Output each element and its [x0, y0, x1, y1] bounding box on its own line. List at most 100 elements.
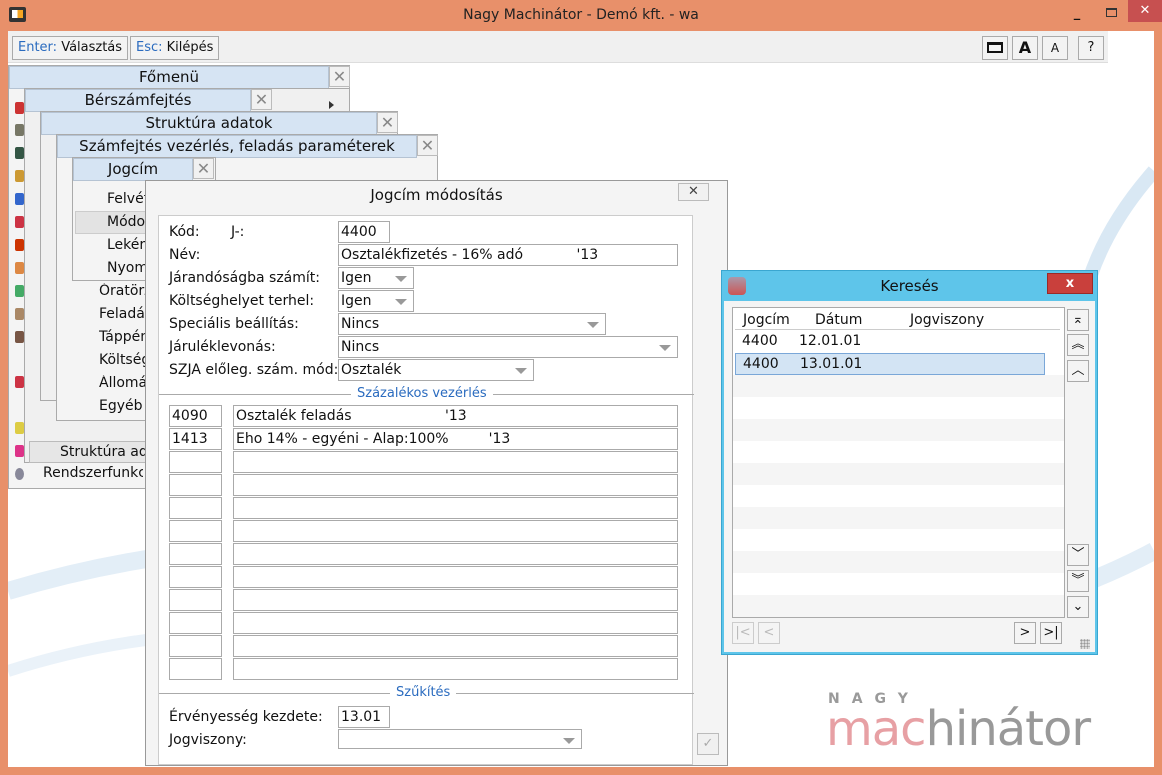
menu-icon — [15, 285, 24, 297]
jogviszony-select[interactable] — [338, 729, 582, 749]
search-result-row[interactable]: 4400 12.01.01 — [735, 331, 1045, 353]
menu-item[interactable]: Egyéb st — [99, 398, 149, 414]
window-mode-button[interactable] — [982, 36, 1008, 60]
percent-code-input[interactable] — [169, 612, 222, 634]
percent-name-input[interactable] — [233, 589, 678, 611]
scroll-top-button[interactable]: ⌅ — [1067, 309, 1089, 331]
close-icon[interactable]: ✕ — [193, 158, 214, 179]
percent-code-input[interactable] — [169, 543, 222, 565]
percent-name-input[interactable] — [233, 658, 678, 680]
percent-code-input[interactable] — [169, 566, 222, 588]
percent-name-input[interactable] — [233, 451, 678, 473]
maximize-button[interactable] — [1096, 6, 1126, 24]
ervenyesseg-input[interactable]: 13.01 — [338, 706, 390, 728]
column-header-datum[interactable]: Dátum — [815, 312, 862, 328]
percent-name-input[interactable] — [233, 612, 678, 634]
menu-item[interactable]: Feladás — [99, 306, 149, 322]
percent-code-input[interactable] — [169, 520, 222, 542]
menu-icon — [15, 216, 24, 228]
menu-item-system-functions[interactable]: Rendszerfunkciók — [43, 465, 143, 481]
button-label: Választás — [61, 40, 123, 55]
calc-control-title: Számfejtés vezérlés, feladás paraméterek — [57, 135, 417, 158]
font-large-button[interactable]: A — [1012, 36, 1038, 60]
first-page-button[interactable]: |< — [732, 622, 754, 644]
confirm-check-button[interactable]: ✓ — [697, 733, 719, 755]
nev-input[interactable]: Osztalékfizetés - 16% adó '13 — [338, 244, 678, 266]
jarandosag-select[interactable]: Igen — [338, 267, 414, 289]
close-icon[interactable]: ✕ — [251, 89, 272, 110]
section-title: Szűkítés — [390, 685, 457, 700]
gear-icon — [15, 468, 24, 480]
close-icon[interactable]: ✕ — [417, 135, 438, 156]
percent-name-input[interactable] — [233, 635, 678, 657]
title-bar: Nagy Machinátor - Demó kft. - wa _ ✕ — [0, 0, 1162, 31]
column-header-jogviszony[interactable]: Jogviszony — [910, 312, 984, 328]
percent-name-input[interactable] — [233, 497, 678, 519]
menu-icon — [15, 124, 24, 136]
next-page-button[interactable]: > — [1014, 622, 1036, 644]
szja-select[interactable]: Osztalék — [338, 359, 534, 381]
close-icon[interactable]: ✕ — [329, 66, 350, 87]
menu-icon — [15, 308, 24, 320]
menu-item-structure-data[interactable]: Struktúra adatok — [29, 441, 149, 463]
page-down-button[interactable]: ︾ — [1067, 570, 1089, 592]
menu-item[interactable]: Állomány — [99, 375, 149, 391]
payroll-menu-title: Bérszámfejtés — [25, 89, 251, 112]
enter-select-button[interactable]: Enter: Választás — [12, 36, 129, 60]
jogviszony-label: Jogviszony: — [169, 732, 247, 748]
percent-name-input[interactable]: Eho 14% - egyéni - Alap:100% '13 — [233, 428, 678, 450]
toolbar: Enter: Választás Esc: Kilépés A A ? — [8, 31, 1108, 63]
list-header: Jogcím Dátum Jogviszony — [735, 308, 1060, 330]
percent-code-input[interactable]: 4090 — [169, 405, 222, 427]
search-close-button[interactable]: x — [1047, 273, 1093, 294]
close-icon[interactable]: ✕ — [678, 183, 709, 201]
menu-item[interactable]: Költségh — [99, 352, 149, 368]
window-icon — [987, 42, 1003, 53]
percent-name-input[interactable] — [233, 520, 678, 542]
resize-grip-icon[interactable] — [1080, 639, 1090, 649]
menu-icon — [15, 376, 24, 388]
menu-icon — [15, 445, 24, 457]
jarandosag-label: Járandóságba számít: — [169, 270, 320, 286]
koltseg-select[interactable]: Igen — [338, 290, 414, 312]
minimize-button[interactable]: _ — [1062, 6, 1092, 24]
help-button[interactable]: ? — [1078, 36, 1104, 60]
percent-name-input[interactable] — [233, 543, 678, 565]
close-button[interactable]: ✕ — [1128, 0, 1162, 22]
szja-label: SZJA előleg. szám. mód: — [169, 362, 339, 378]
percent-code-input[interactable]: 1413 — [169, 428, 222, 450]
specialis-select[interactable]: Nincs — [338, 313, 606, 335]
last-page-button[interactable]: >| — [1040, 622, 1062, 644]
specialis-label: Speciális beállítás: — [169, 316, 299, 332]
column-header-jogcim[interactable]: Jogcím — [743, 312, 790, 328]
menu-item[interactable]: Táppénz — [99, 329, 149, 345]
percent-code-input[interactable] — [169, 474, 222, 496]
prev-page-button[interactable]: < — [758, 622, 780, 644]
kod-input[interactable]: 4400 — [338, 221, 390, 243]
menu-item-modify[interactable]: Módosítás — [75, 211, 155, 234]
row-up-button[interactable]: ︿ — [1067, 360, 1089, 382]
esc-exit-button[interactable]: Esc: Kilépés — [130, 36, 220, 60]
page-up-button[interactable]: ︽ — [1067, 334, 1089, 356]
percent-code-input[interactable] — [169, 658, 222, 680]
percent-name-input[interactable]: Osztalék feladás '13 — [233, 405, 678, 427]
percent-code-input[interactable] — [169, 589, 222, 611]
jogcim-menu-title: Jogcím — [73, 158, 193, 181]
percent-name-input[interactable] — [233, 566, 678, 588]
percent-code-input[interactable] — [169, 497, 222, 519]
row-down-button[interactable]: ﹀ — [1067, 544, 1089, 566]
cell-jogcim: 4400 — [743, 356, 779, 372]
menu-item[interactable]: Óratörzs — [99, 283, 149, 299]
search-result-row[interactable]: 4400 13.01.01 — [735, 353, 1045, 375]
cell-datum: 12.01.01 — [799, 333, 862, 349]
font-small-button[interactable]: A — [1042, 36, 1068, 60]
jarulek-select[interactable]: Nincs — [338, 336, 678, 358]
close-icon[interactable]: ✕ — [377, 112, 398, 133]
percent-code-input[interactable] — [169, 635, 222, 657]
nev-label: Név: — [169, 247, 201, 263]
scroll-bottom-button[interactable]: ⌄ — [1067, 596, 1089, 618]
percent-name-input[interactable] — [233, 474, 678, 496]
percent-code-input[interactable] — [169, 451, 222, 473]
ervenyesseg-label: Érvényesség kezdete: — [169, 709, 323, 725]
section-title: Százalékos vezérlés — [351, 386, 493, 401]
